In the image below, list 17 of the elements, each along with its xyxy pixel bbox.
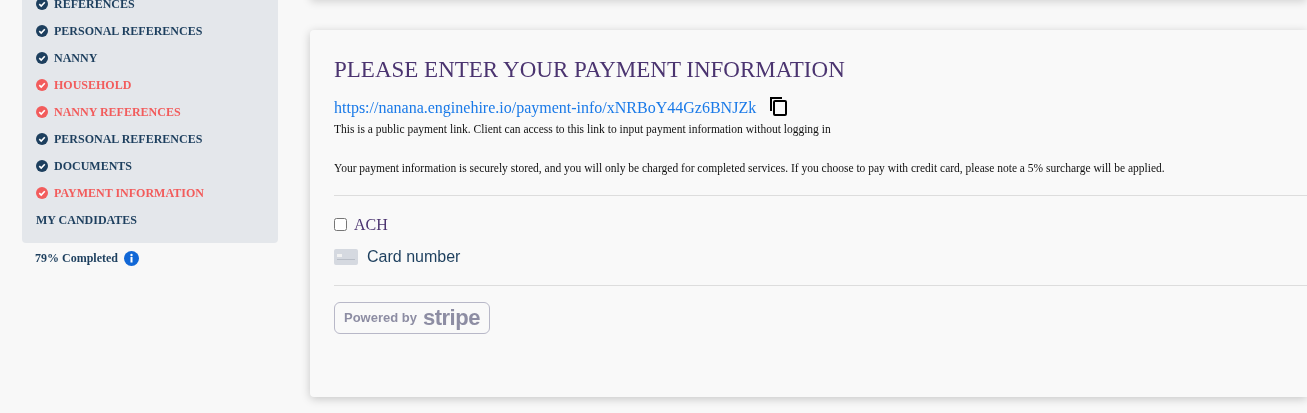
sidebar-section[interactable]: MY CANDIDATES [36,210,137,229]
copy-icon[interactable] [768,94,789,116]
payment-link[interactable]: https://nanana.enginehire.io/payment-info/xNRBoY44Gz6BNJZk [334,96,757,120]
page-title: PLEASE ENTER YOUR PAYMENT INFORMATION [334,56,846,84]
info-icon [124,250,139,266]
link-note: This is a public payment link. Client can access to this link to input payment information without logging in [334,122,832,138]
surcharge-notice: Your payment information is securely stored, and you will only be charged for completed services. If you choose to pay with credit card, please note a 5% surcharge will be applied. [334,161,1166,177]
sidebar-item[interactable]: REFERENCES [54,0,135,13]
ach-label: ACH [354,214,388,235]
ach-checkbox[interactable] [334,218,347,231]
sidebar-item[interactable]: DOCUMENTS [54,156,132,175]
progress-text: 79% Completed [35,250,118,267]
sidebar-item[interactable]: NANNY [54,48,98,67]
card-number-field[interactable]: Card number [367,244,667,269]
card-icon [334,248,358,265]
sidebar-item[interactable]: PERSONAL REFERENCES [54,129,203,148]
sidebar-item[interactable]: PERSONAL REFERENCES [54,21,203,40]
